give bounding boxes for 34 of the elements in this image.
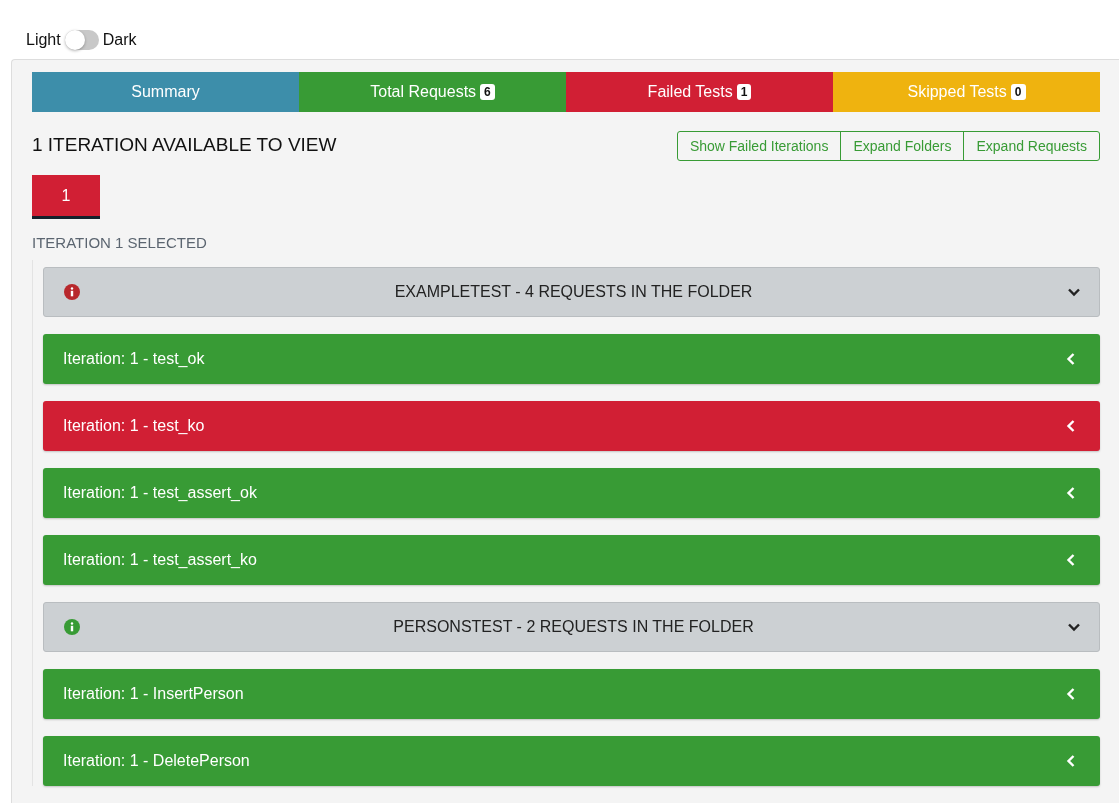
request-label: Iteration: 1 - InsertPerson (63, 685, 245, 703)
selection-label: ITERATION 1 SELECTED (32, 234, 208, 251)
folder-title: PERSONSTEST - 2 REQUESTS IN THE FOLDER (392, 618, 755, 636)
summary-tab[interactable]: Total Requests 6 (299, 72, 566, 112)
info-icon (64, 284, 80, 300)
folder-header[interactable]: EXAMPLETEST - 4 REQUESTS IN THE FOLDER (43, 267, 1100, 317)
request-label: Iteration: 1 - DeletePerson (63, 752, 251, 770)
action-button[interactable]: Expand Requests (963, 131, 1100, 161)
summary-tab[interactable]: Failed Tests 1 (566, 72, 833, 112)
count-badge: 6 (480, 84, 495, 100)
theme-switch[interactable] (64, 30, 99, 50)
action-button[interactable]: Show Failed Iterations (676, 131, 842, 161)
request-label: Iteration: 1 - test_assert_ko (63, 551, 258, 569)
request-label: Iteration: 1 - test_assert_ok (63, 484, 258, 502)
iterations-heading: 1 ITERATION AVAILABLE TO VIEW (32, 133, 337, 156)
request-row[interactable]: Iteration: 1 - InsertPerson (43, 669, 1100, 719)
request-row[interactable]: Iteration: 1 - test_assert_ok (43, 468, 1100, 518)
request-row[interactable]: Iteration: 1 - test_assert_ko (43, 535, 1100, 585)
request-label: Iteration: 1 - test_ko (63, 417, 206, 435)
folder-title: EXAMPLETEST - 4 REQUESTS IN THE FOLDER (393, 283, 754, 301)
request-row[interactable]: Iteration: 1 - test_ko (43, 401, 1100, 451)
dark-label: Dark (102, 31, 137, 49)
action-button[interactable]: Expand Folders (840, 131, 965, 161)
summary-tab[interactable]: Summary (32, 72, 299, 112)
request-row[interactable]: Iteration: 1 - DeletePerson (43, 736, 1100, 786)
count-badge: 1 (736, 84, 752, 100)
summary-tab[interactable]: Skipped Tests 0 (833, 72, 1100, 112)
request-row[interactable]: Iteration: 1 - test_ok (43, 334, 1100, 384)
light-label: Light (26, 31, 61, 49)
count-badge: 0 (1010, 84, 1026, 100)
request-label: Iteration: 1 - test_ok (63, 350, 206, 368)
info-icon (64, 619, 80, 635)
folder-header[interactable]: PERSONSTEST - 2 REQUESTS IN THE FOLDER (43, 602, 1100, 652)
iteration-button[interactable]: 1 (32, 175, 100, 219)
